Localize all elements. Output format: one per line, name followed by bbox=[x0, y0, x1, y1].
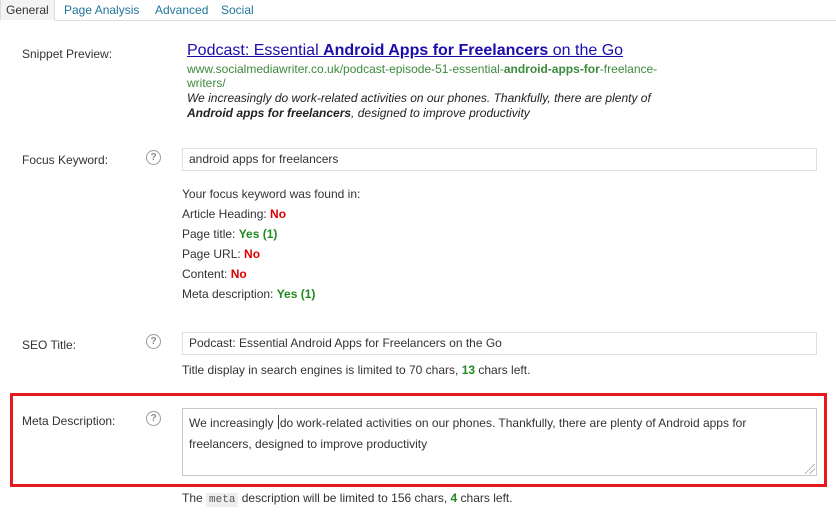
seo-title-input[interactable]: Podcast: Essential Android Apps for Free… bbox=[182, 332, 817, 355]
resize-handle-icon[interactable] bbox=[805, 464, 815, 474]
focus-found-heading: Your focus keyword was found in: bbox=[182, 187, 361, 201]
tab-advanced[interactable]: Advanced bbox=[150, 0, 213, 21]
meta-description-label: Meta Description: bbox=[22, 414, 116, 428]
meta-description-textarea[interactable]: We increasingly do work-related activiti… bbox=[182, 408, 817, 476]
text-cursor bbox=[277, 415, 279, 429]
snippet-title-link[interactable]: Podcast: Essential Android Apps for Free… bbox=[187, 41, 727, 61]
snippet-description: We increasingly do work-related activiti… bbox=[187, 91, 651, 120]
tab-social[interactable]: Social bbox=[216, 0, 259, 21]
check-meta-description: Meta description: Yes (1) bbox=[182, 287, 316, 301]
check-article-heading: Article Heading: No bbox=[182, 207, 287, 221]
focus-keyword-input[interactable]: android apps for freelancers bbox=[182, 148, 817, 171]
snippet-preview-label: Snippet Preview: bbox=[22, 47, 113, 61]
check-page-url: Page URL: No bbox=[182, 247, 261, 261]
help-icon[interactable]: ? bbox=[146, 411, 161, 426]
tab-general[interactable]: General bbox=[0, 0, 55, 21]
snippet-url: www.socialmediawriter.co.uk/podcast-epis… bbox=[187, 62, 658, 90]
help-icon[interactable]: ? bbox=[146, 334, 161, 349]
check-content: Content: No bbox=[182, 267, 247, 281]
seo-title-note: Title display in search engines is limit… bbox=[182, 363, 531, 377]
snippet-preview: Podcast: Essential Android Apps for Free… bbox=[187, 41, 727, 121]
meta-description-note: The meta description will be limited to … bbox=[182, 491, 513, 507]
help-icon[interactable]: ? bbox=[146, 150, 161, 165]
focus-keyword-label: Focus Keyword: bbox=[22, 153, 109, 167]
check-page-title: Page title: Yes (1) bbox=[182, 227, 278, 241]
tab-bar: General Page Analysis Advanced Social bbox=[0, 0, 836, 21]
seo-title-label: SEO Title: bbox=[22, 338, 77, 352]
tab-page-analysis[interactable]: Page Analysis bbox=[59, 0, 144, 21]
